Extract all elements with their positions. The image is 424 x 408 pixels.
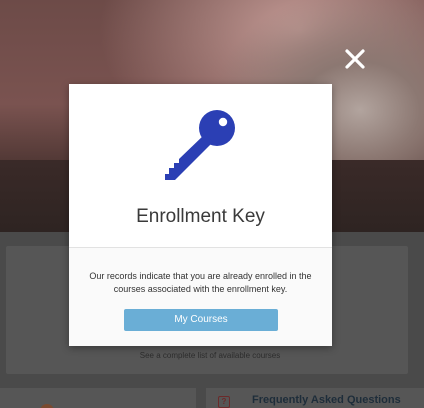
panel-icon	[40, 404, 54, 408]
question-icon: ?	[218, 396, 230, 408]
my-courses-button[interactable]: My Courses	[124, 309, 278, 331]
bottom-left-panel	[0, 388, 196, 408]
close-button[interactable]	[343, 47, 367, 71]
close-icon	[345, 49, 365, 69]
key-icon	[161, 104, 245, 193]
faq-title[interactable]: Frequently Asked Questions	[252, 394, 401, 406]
modal-body	[69, 248, 332, 346]
courses-list-link[interactable]: See a complete list of available courses	[0, 351, 402, 360]
enrollment-key-modal: Enrollment Key Our records indicate that…	[69, 84, 332, 346]
faq-panel: ? Frequently Asked Questions	[206, 388, 424, 408]
modal-message: Our records indicate that you are alread…	[89, 271, 312, 294]
modal-title: Enrollment Key	[136, 206, 265, 227]
